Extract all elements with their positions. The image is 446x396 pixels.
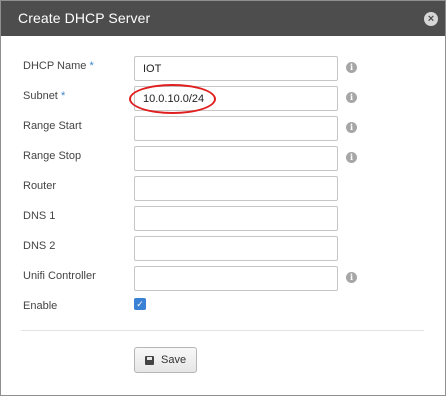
range-start-input[interactable] [134, 116, 338, 141]
unifi-controller-input[interactable] [134, 266, 338, 291]
floppy-disk-icon [145, 356, 154, 365]
dns1-input[interactable] [134, 206, 338, 231]
create-dhcp-server-dialog: Create DHCP Server × DHCP Name * i Subne… [0, 0, 446, 396]
info-icon[interactable]: i [346, 122, 357, 133]
dhcp-name-label: DHCP Name * [23, 60, 94, 72]
dialog-titlebar: Create DHCP Server × [1, 1, 445, 36]
router-input[interactable] [134, 176, 338, 201]
info-icon[interactable]: i [346, 92, 357, 103]
subnet-label: Subnet * [23, 90, 65, 102]
range-stop-input[interactable] [134, 146, 338, 171]
enable-checkbox[interactable]: ✓ [134, 298, 146, 310]
enable-label: Enable [23, 300, 58, 312]
dns2-label: DNS 2 [23, 240, 56, 252]
router-label: Router [23, 180, 57, 192]
footer-divider [21, 330, 424, 331]
close-icon[interactable]: × [424, 12, 438, 26]
subnet-input[interactable] [134, 86, 338, 111]
dhcp-name-label-text: DHCP Name [23, 60, 87, 72]
save-button-label: Save [161, 354, 187, 366]
dialog-title: Create DHCP Server [18, 10, 151, 26]
dns2-input[interactable] [134, 236, 338, 261]
unifi-controller-label: Unifi Controller [23, 270, 96, 282]
info-icon[interactable]: i [346, 62, 357, 73]
subnet-label-text: Subnet [23, 90, 58, 102]
range-stop-label: Range Stop [23, 150, 82, 162]
required-marker: * [89, 60, 94, 72]
save-button[interactable]: Save [134, 347, 197, 373]
dhcp-name-input[interactable] [134, 56, 338, 81]
dns1-label: DNS 1 [23, 210, 56, 222]
required-marker: * [60, 90, 66, 102]
info-icon[interactable]: i [346, 152, 357, 163]
info-icon[interactable]: i [346, 272, 357, 283]
range-start-label: Range Start [23, 120, 82, 132]
